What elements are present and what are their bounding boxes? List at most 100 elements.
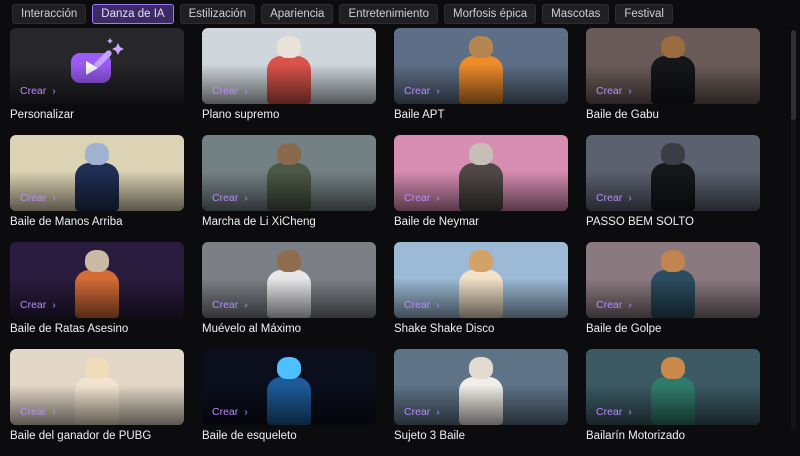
create-link[interactable]: Crear › [596,299,632,311]
effect-card[interactable]: Crear › Baile de Ratas Asesino [10,242,184,349]
chevron-right-icon: › [52,85,56,97]
effect-title: Marcha de Li XiCheng [202,216,316,228]
tab-entretenimiento[interactable]: Entretenimiento [339,4,438,24]
create-link[interactable]: Crear › [596,406,632,418]
chevron-right-icon: › [244,85,248,97]
effect-card[interactable]: Crear › PASSO BEM SOLTO [586,135,760,242]
effect-title: Baile APT [394,109,445,121]
effect-card[interactable]: Crear › Baile del ganador de PUBG [10,349,184,456]
create-label: Crear [404,85,431,97]
create-link[interactable]: Crear › [212,406,248,418]
tab-mascotas[interactable]: Mascotas [542,4,610,24]
effect-thumbnail[interactable]: Crear › [202,135,376,211]
create-label: Crear [404,406,431,418]
thumbnail-gradient [586,385,760,425]
effect-card[interactable]: Crear › Baile de Golpe [586,242,760,349]
create-label: Crear [212,85,239,97]
chevron-right-icon: › [436,192,440,204]
effect-thumbnail[interactable]: Crear › [394,135,568,211]
effect-thumbnail[interactable]: Crear › [394,28,568,104]
create-label: Crear [20,299,47,311]
effect-thumbnail[interactable]: Crear › [10,28,184,104]
scrollbar-thumb[interactable] [791,30,796,120]
create-link[interactable]: Crear › [596,85,632,97]
create-label: Crear [212,406,239,418]
create-link[interactable]: Crear › [212,192,248,204]
effect-title: PASSO BEM SOLTO [586,216,695,228]
create-label: Crear [212,192,239,204]
create-link[interactable]: Crear › [404,299,440,311]
effect-card[interactable]: Crear › Shake Shake Disco [394,242,568,349]
effect-thumbnail[interactable]: Crear › [586,349,760,425]
effect-thumbnail[interactable]: Crear › [202,349,376,425]
thumbnail-gradient [394,171,568,211]
tab-danza-de-ia[interactable]: Danza de IA [92,4,174,24]
scrollbar[interactable] [791,30,796,430]
effect-card[interactable]: Crear › Marcha de Li XiCheng [202,135,376,242]
tab-interacción[interactable]: Interacción [12,4,87,24]
create-link[interactable]: Crear › [20,192,56,204]
effect-card[interactable]: Crear › Plano supremo [202,28,376,135]
effect-card[interactable]: Crear › Baile de Neymar [394,135,568,242]
tab-apariencia[interactable]: Apariencia [261,4,334,24]
thumbnail-gradient [202,64,376,104]
effect-title: Shake Shake Disco [394,323,495,335]
effect-thumbnail[interactable]: Crear › [586,28,760,104]
effect-title: Baile del ganador de PUBG [10,430,152,442]
effect-thumbnail[interactable]: Crear › [394,349,568,425]
effect-thumbnail[interactable]: Crear › [394,242,568,318]
create-link[interactable]: Crear › [404,85,440,97]
create-link[interactable]: Crear › [212,299,248,311]
effect-title: Muévelo al Máximo [202,323,302,335]
effect-title: Sujeto 3 Baile [394,430,465,442]
create-label: Crear [20,406,47,418]
chevron-right-icon: › [52,406,56,418]
thumbnail-gradient [394,278,568,318]
effect-card[interactable]: Crear › Muévelo al Máximo [202,242,376,349]
tab-estilización[interactable]: Estilización [179,4,256,24]
thumbnail-gradient [394,64,568,104]
effect-card[interactable]: Crear › Baile de Gabu [586,28,760,135]
tab-festival[interactable]: Festival [615,4,673,24]
create-link[interactable]: Crear › [20,85,56,97]
effect-thumbnail[interactable]: Crear › [202,28,376,104]
category-tab-bar: Interacción Danza de IA Estilización Aparie… [0,0,800,28]
effect-card[interactable]: Crear › Sujeto 3 Baile [394,349,568,456]
thumbnail-gradient [202,385,376,425]
create-link[interactable]: Crear › [20,299,56,311]
chevron-right-icon: › [628,299,632,311]
effect-thumbnail[interactable]: Crear › [10,135,184,211]
create-link[interactable]: Crear › [596,192,632,204]
effect-card[interactable]: Crear › Baile de esqueleto [202,349,376,456]
chevron-right-icon: › [628,85,632,97]
effect-card[interactable]: Crear › Personalizar [10,28,184,135]
create-label: Crear [20,192,47,204]
create-label: Crear [596,299,623,311]
create-link[interactable]: Crear › [404,192,440,204]
effect-thumbnail[interactable]: Crear › [10,242,184,318]
effect-title: Baile de Neymar [394,216,480,228]
effect-thumbnail[interactable]: Crear › [586,242,760,318]
tab-morfosis-épica[interactable]: Morfosis épica [443,4,537,24]
chevron-right-icon: › [436,406,440,418]
create-link[interactable]: Crear › [404,406,440,418]
create-label: Crear [596,85,623,97]
chevron-right-icon: › [628,192,632,204]
effect-card[interactable]: Crear › Baile APT [394,28,568,135]
effect-title: Baile de Ratas Asesino [10,323,129,335]
effect-thumbnail[interactable]: Crear › [586,135,760,211]
effect-card[interactable]: Crear › Bailarín Motorizado [586,349,760,456]
effect-card[interactable]: Crear › Baile de Manos Arriba [10,135,184,242]
effect-title: Baile de esqueleto [202,430,297,442]
thumbnail-gradient [202,171,376,211]
effect-thumbnail[interactable]: Crear › [202,242,376,318]
thumbnail-gradient [586,64,760,104]
chevron-right-icon: › [52,299,56,311]
create-link[interactable]: Crear › [20,406,56,418]
effect-thumbnail[interactable]: Crear › [10,349,184,425]
effect-title: Baile de Gabu [586,109,659,121]
create-label: Crear [596,192,623,204]
effects-grid: Crear › Personalizar Crear › Plano supremo Cre… [10,28,762,456]
create-link[interactable]: Crear › [212,85,248,97]
create-label: Crear [212,299,239,311]
